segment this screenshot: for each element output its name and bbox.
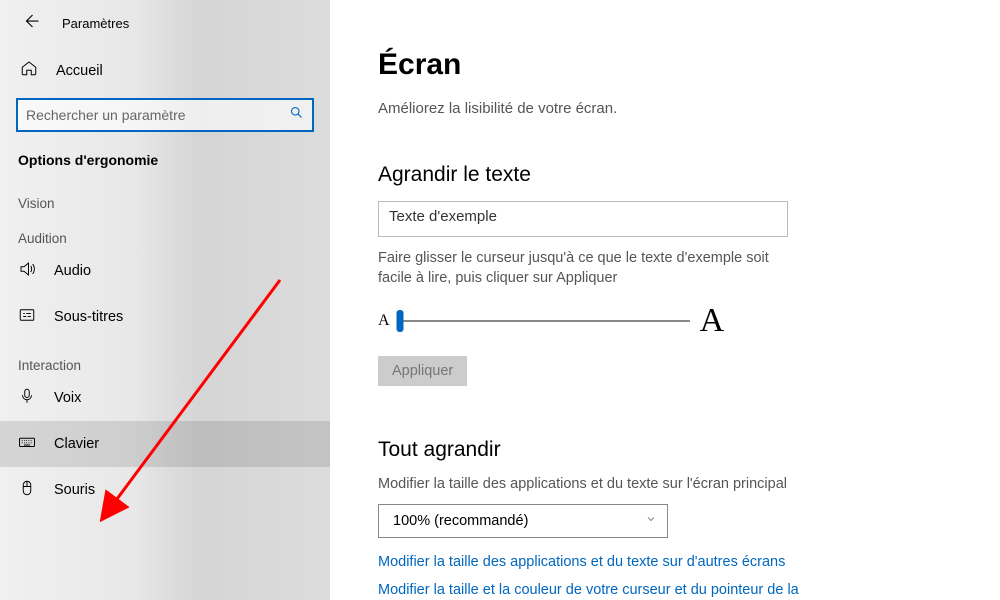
sidebar: Paramètres Accueil Options d'ergonomie V… (0, 0, 330, 600)
back-icon[interactable] (22, 12, 40, 35)
sidebar-item-label: Voix (54, 390, 81, 406)
link-cursor-pointer[interactable]: Modifier la taille et la couleur de votr… (378, 582, 968, 598)
sidebar-item-keyboard[interactable]: Clavier (0, 421, 330, 467)
slider-max-label: A (700, 302, 725, 340)
sidebar-item-label: Souris (54, 482, 95, 498)
home-button[interactable]: Accueil (16, 49, 314, 94)
page-subtitle: Améliorez la lisibilité de votre écran. (378, 100, 968, 117)
voice-icon (18, 387, 36, 409)
sidebar-item-subtitles[interactable]: Sous-titres (0, 294, 330, 340)
chevron-down-icon (645, 513, 657, 529)
text-size-slider[interactable]: A A (378, 302, 968, 340)
search-icon (289, 105, 304, 125)
group-interaction: Interaction (0, 340, 330, 375)
group-vision: Vision (0, 178, 330, 213)
sample-text-box: Texte d'exemple (378, 201, 788, 237)
link-other-screens[interactable]: Modifier la taille des applications et d… (378, 554, 968, 570)
app-title: Paramètres (62, 16, 129, 31)
keyboard-icon (18, 433, 36, 455)
apply-button[interactable]: Appliquer (378, 356, 467, 386)
sidebar-item-label: Clavier (54, 436, 99, 452)
slider-track[interactable] (400, 320, 690, 322)
search-field[interactable] (26, 107, 289, 123)
subtitles-icon (18, 306, 36, 328)
scale-select[interactable]: 100% (recommandé) (378, 504, 668, 538)
home-label: Accueil (56, 63, 103, 79)
audio-icon (18, 260, 36, 282)
scale-selected-label: 100% (recommandé) (393, 513, 528, 529)
content-pane: Écran Améliorez la lisibilité de votre é… (330, 0, 1000, 600)
sidebar-item-label: Audio (54, 263, 91, 279)
home-icon (20, 59, 38, 82)
section-title: Options d'ergonomie (0, 148, 330, 178)
slider-min-label: A (378, 312, 390, 330)
slider-description: Faire glisser le curseur jusqu'à ce que … (378, 249, 798, 288)
sidebar-item-audio[interactable]: Audio (0, 248, 330, 294)
sidebar-item-mouse[interactable]: Souris (0, 467, 330, 513)
sidebar-header: Paramètres (0, 0, 330, 49)
group-audition: Audition (0, 213, 330, 248)
enlarge-all-description: Modifier la taille des applications et d… (378, 476, 968, 492)
section-enlarge-text: Agrandir le texte (378, 163, 968, 187)
mouse-icon (18, 479, 36, 501)
slider-thumb[interactable] (396, 310, 403, 332)
search-input[interactable] (16, 98, 314, 132)
section-enlarge-all: Tout agrandir (378, 438, 968, 462)
page-title: Écran (378, 48, 968, 82)
sidebar-item-label: Sous-titres (54, 309, 123, 325)
sidebar-item-voice[interactable]: Voix (0, 375, 330, 421)
